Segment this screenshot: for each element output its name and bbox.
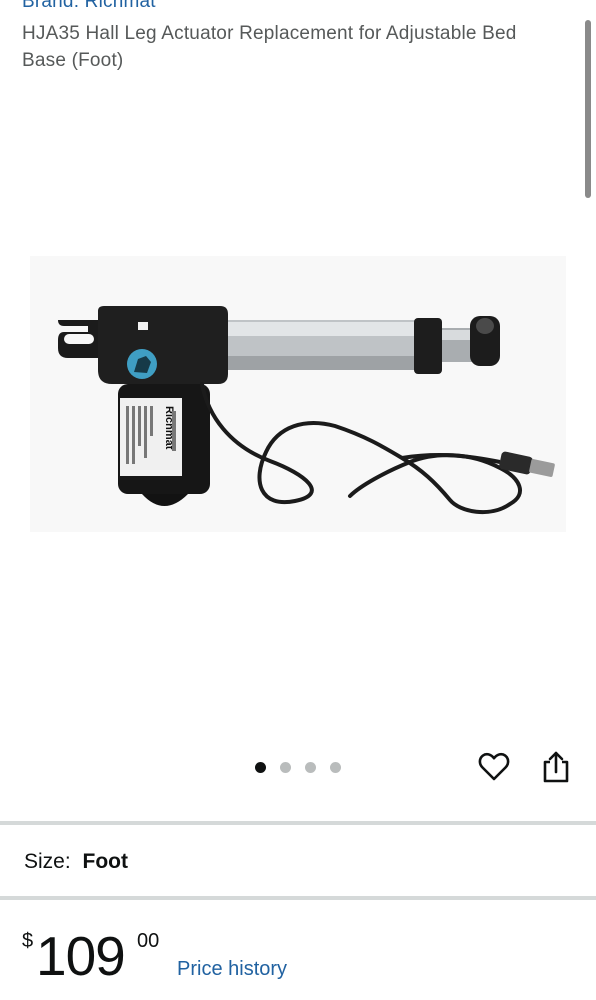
pagination-dot-4[interactable] bbox=[330, 762, 341, 773]
product-image[interactable]: Richmat bbox=[30, 256, 566, 532]
image-pagination[interactable] bbox=[255, 762, 341, 773]
size-selector[interactable]: Size: Foot bbox=[24, 850, 128, 874]
section-divider bbox=[0, 821, 596, 825]
price-history-link[interactable]: Price history bbox=[177, 958, 287, 981]
price-fraction: 00 bbox=[137, 930, 160, 952]
pagination-dot-1[interactable] bbox=[255, 762, 266, 773]
share-button[interactable] bbox=[536, 747, 576, 787]
size-value: Foot bbox=[82, 850, 129, 873]
wishlist-button[interactable] bbox=[474, 747, 514, 787]
price-currency-symbol: $ bbox=[22, 930, 34, 952]
section-divider bbox=[0, 896, 596, 900]
actuator-image: Richmat bbox=[30, 256, 566, 532]
price-whole: 109 bbox=[36, 925, 126, 987]
brand-link[interactable]: Brand: Richmat bbox=[22, 0, 156, 13]
scrollbar[interactable] bbox=[585, 20, 591, 198]
product-title: HJA35 Hall Leg Actuator Replacement for … bbox=[22, 23, 517, 71]
pagination-dot-3[interactable] bbox=[305, 762, 316, 773]
size-label: Size: bbox=[24, 850, 71, 873]
share-icon bbox=[543, 751, 569, 783]
heart-icon bbox=[478, 752, 510, 781]
pagination-dot-2[interactable] bbox=[280, 762, 291, 773]
